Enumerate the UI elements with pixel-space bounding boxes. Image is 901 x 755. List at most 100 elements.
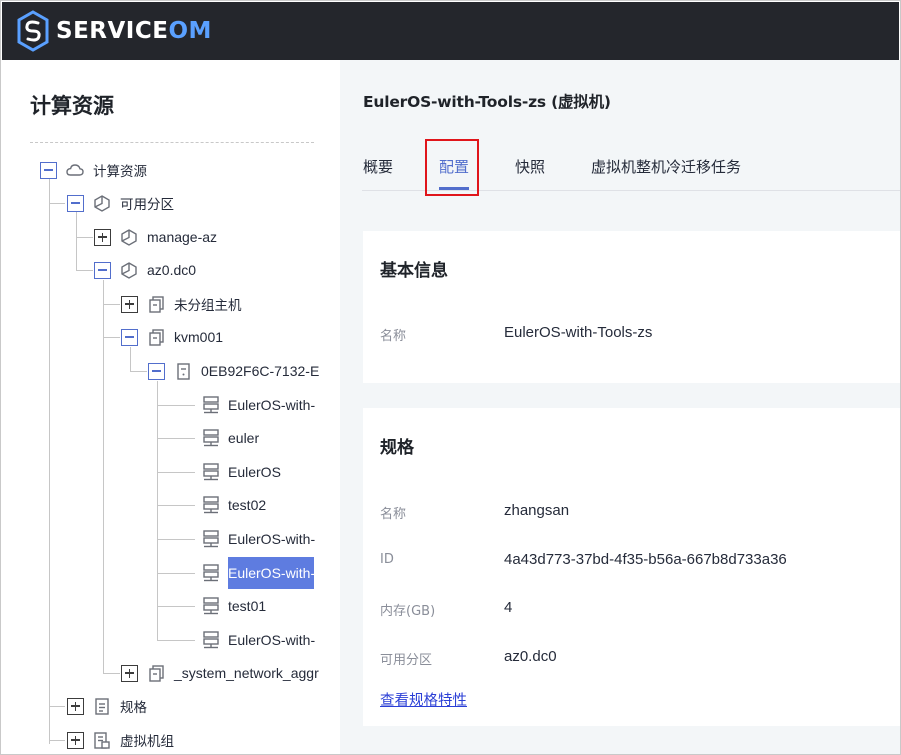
tree-connector: [130, 347, 131, 371]
collapse-toggle[interactable]: [40, 161, 57, 179]
host-group-icon: [147, 295, 165, 313]
tree-node-vm[interactable]: EulerOS-with-: [202, 628, 315, 652]
cloud-icon: [66, 161, 84, 179]
spec-az-value: az0.dc0: [504, 648, 557, 665]
tree-connector: [49, 203, 65, 204]
vm-icon: [202, 631, 220, 649]
tree-node-vm[interactable]: EulerOS: [202, 460, 281, 484]
spec-memory-value: 4: [504, 599, 513, 616]
tree-node-vm-groups[interactable]: 虚拟机组: [67, 728, 174, 752]
tree-node-label: EulerOS-with-: [228, 632, 316, 648]
logo-text: SERVICEOM: [56, 10, 212, 52]
tree-node-label: test01: [228, 598, 267, 614]
tree-node-ungrouped-hosts[interactable]: 未分组主机: [121, 292, 242, 316]
tree-node-kvm001[interactable]: kvm001: [121, 325, 223, 349]
tree-node-label: EulerOS-with-: [228, 397, 316, 413]
tab-overview[interactable]: 概要: [363, 156, 393, 177]
collapse-toggle[interactable]: [121, 328, 138, 346]
vm-group-icon: [93, 731, 111, 749]
tree-node-label: 规格: [120, 700, 147, 716]
top-bar: SERVICEOM: [2, 2, 899, 60]
collapse-toggle[interactable]: [94, 261, 111, 279]
tree-node-vm[interactable]: test01: [202, 594, 266, 618]
tree-node-availability-zones[interactable]: 可用分区: [67, 191, 174, 215]
tree-node-label: kvm001: [174, 329, 224, 345]
tree-connector: [103, 673, 120, 674]
tree-connector: [157, 606, 195, 607]
tree-node-vm[interactable]: euler: [202, 426, 259, 450]
tree-node-label: EulerOS: [228, 464, 281, 480]
tree-node-host-0eb92f6c[interactable]: 0EB92F6C-7132-E: [148, 359, 319, 383]
tab-snapshots[interactable]: 快照: [515, 156, 545, 177]
tree-connector: [49, 179, 50, 744]
resource-tree: 计算资源 可用分区 manage-az az0.dc0 未分组主机 kvm001…: [2, 60, 340, 754]
basic-name-value: EulerOS-with-Tools-zs: [504, 324, 653, 341]
tree-node-vm[interactable]: EulerOS-with-: [202, 527, 315, 551]
spec-name-label: 名称: [380, 507, 407, 522]
tree-node-az0-dc0[interactable]: az0.dc0: [94, 258, 196, 282]
collapse-toggle[interactable]: [148, 362, 165, 380]
host-group-icon: [147, 328, 165, 346]
tree-connector: [157, 573, 195, 574]
view-spec-features-link[interactable]: 查看规格特性: [380, 689, 467, 710]
zone-icon: [120, 228, 138, 246]
tree-node-vm[interactable]: EulerOS-with-: [202, 393, 315, 417]
vm-icon: [202, 463, 220, 481]
tree-node-label: test02: [228, 497, 267, 513]
zone-icon: [120, 261, 138, 279]
tree-node-label: az0.dc0: [147, 262, 197, 278]
serviceom-logo[interactable]: SERVICEOM: [16, 10, 212, 52]
tree-node-compute-resources[interactable]: 计算资源: [40, 158, 147, 182]
tree-connector: [76, 212, 77, 271]
tree-connector: [49, 740, 65, 741]
page-title: EulerOS-with-Tools-zs (虚拟机): [363, 93, 611, 111]
tree-node-label: EulerOS-with-: [228, 565, 316, 581]
tree-node-label: _system_network_aggr: [174, 665, 319, 681]
tree-connector: [157, 640, 195, 641]
tree-connector: [130, 371, 147, 372]
annotation-highlight-box: [425, 139, 479, 196]
tree-connector: [157, 539, 195, 540]
vm-icon: [202, 429, 220, 447]
app-window: SERVICEOM 计算资源 计算资源 可用分区 manage-az az0.d…: [0, 0, 901, 755]
expand-toggle[interactable]: [121, 664, 138, 682]
host-group-icon: [147, 664, 165, 682]
tree-connector: [76, 270, 93, 271]
vm-icon: [202, 396, 220, 414]
tree-connector: [157, 438, 195, 439]
expand-toggle[interactable]: [67, 697, 84, 715]
tree-connector: [103, 280, 104, 673]
spec-az-label: 可用分区: [380, 653, 433, 668]
logo-suffix: OM: [168, 18, 212, 44]
spec-memory-label: 内存(GB): [380, 604, 436, 619]
tree-node-manage-az[interactable]: manage-az: [94, 225, 217, 249]
tree-node-vm[interactable]: test02: [202, 493, 266, 517]
tree-node-label: euler: [228, 430, 260, 446]
tree-node-label: 0EB92F6C-7132-E: [201, 363, 320, 379]
tab-cold-migration-tasks[interactable]: 虚拟机整机冷迁移任务: [591, 156, 741, 177]
tree-connector: [157, 405, 195, 406]
vm-icon: [202, 597, 220, 615]
logo-mark-icon: [17, 10, 49, 52]
tree-node-label: 计算资源: [93, 164, 147, 180]
spec-id-value: 4a43d773-37bd-4f35-b56a-667b8d733a36: [504, 551, 787, 568]
tree-connector: [157, 505, 195, 506]
tree-node-flavors[interactable]: 规格: [67, 694, 147, 718]
tree-connector: [49, 706, 65, 707]
tree-node-label: manage-az: [147, 229, 218, 245]
tree-node-vm-selected[interactable]: EulerOS-with-: [202, 561, 315, 585]
expand-toggle[interactable]: [121, 295, 138, 313]
basic-name-label: 名称: [380, 329, 407, 344]
tree-node-system-network-aggr[interactable]: _system_network_aggr: [121, 661, 319, 685]
expand-toggle[interactable]: [67, 731, 84, 749]
tree-connector: [103, 304, 120, 305]
main-panel: EulerOS-with-Tools-zs (虚拟机) 概要 配置 快照 虚拟机…: [340, 60, 900, 754]
basic-info-card: 基本信息 名称 EulerOS-with-Tools-zs: [363, 231, 900, 383]
document-icon: [93, 697, 111, 715]
sidebar: 计算资源 计算资源 可用分区 manage-az az0.dc0 未分组主机 k…: [2, 60, 340, 754]
spec-card: 规格 名称 zhangsan ID 4a43d773-37bd-4f35-b56…: [363, 408, 900, 726]
expand-toggle[interactable]: [94, 228, 111, 246]
collapse-toggle[interactable]: [67, 194, 84, 212]
vm-icon: [202, 564, 220, 582]
logo-prefix: SERVICE: [56, 18, 169, 44]
